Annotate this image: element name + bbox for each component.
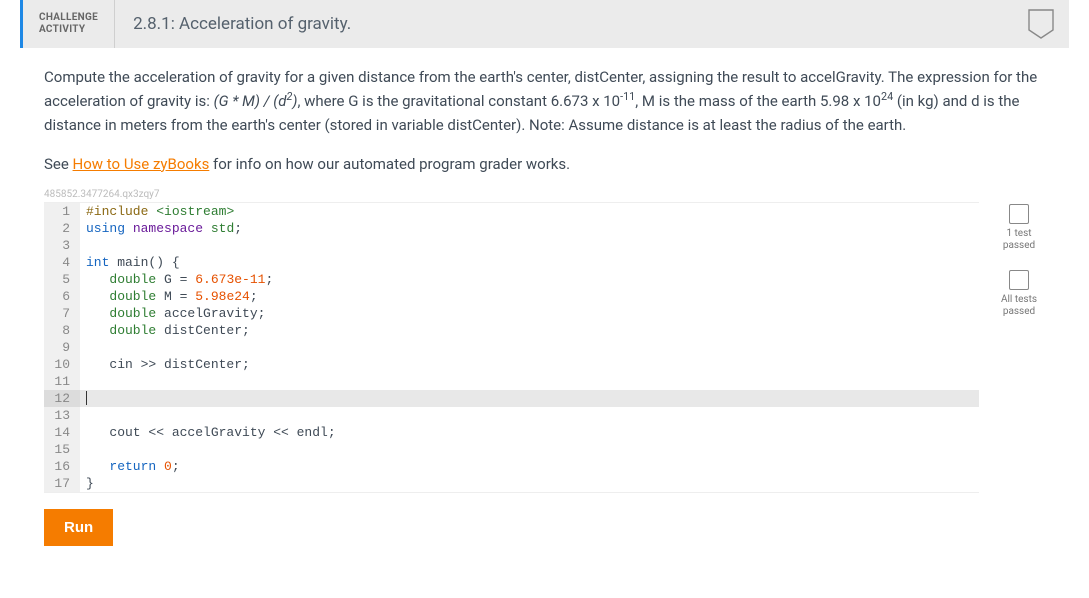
code-text[interactable]	[80, 390, 87, 407]
code-line[interactable]: 9	[44, 339, 979, 356]
code-text[interactable]	[80, 407, 86, 424]
code-text[interactable]	[80, 237, 86, 254]
code-text[interactable]: int main() {	[80, 254, 180, 271]
code-line[interactable]: 11	[44, 373, 979, 390]
code-line[interactable]: 4int main() {	[44, 254, 979, 271]
code-text[interactable]	[80, 339, 86, 356]
code-line[interactable]: 5 double G = 6.673e-11;	[44, 271, 979, 288]
instructions-text: Compute the acceleration of gravity for …	[44, 66, 1045, 137]
line-number: 8	[44, 322, 80, 339]
line-number: 17	[44, 475, 80, 492]
line-number: 5	[44, 271, 80, 288]
line-number: 12	[44, 390, 80, 407]
line-number: 11	[44, 373, 80, 390]
line-number: 16	[44, 458, 80, 475]
code-line[interactable]: 3	[44, 237, 979, 254]
line-number: 14	[44, 424, 80, 441]
line-number: 15	[44, 441, 80, 458]
code-line[interactable]: 10 cin >> distCenter;	[44, 356, 979, 373]
code-line[interactable]: 17}	[44, 475, 979, 492]
code-text[interactable]: #include <iostream>	[80, 203, 234, 220]
run-button[interactable]: Run	[44, 509, 113, 546]
challenge-label: CHALLENGE ACTIVITY	[23, 0, 115, 48]
code-text[interactable]: cout << accelGravity << endl;	[80, 424, 336, 441]
code-text[interactable]: return 0;	[80, 458, 180, 475]
completion-badge-icon	[1027, 8, 1055, 40]
challenge-label-line2: ACTIVITY	[39, 24, 98, 36]
code-line[interactable]: 6 double M = 5.98e24;	[44, 288, 979, 305]
code-line[interactable]: 8 double distCenter;	[44, 322, 979, 339]
code-line[interactable]: 7 double accelGravity;	[44, 305, 979, 322]
code-text[interactable]: cin >> distCenter;	[80, 356, 250, 373]
code-line[interactable]: 12	[44, 390, 979, 407]
line-number: 2	[44, 220, 80, 237]
code-text[interactable]	[80, 441, 86, 458]
status-all-line1: All tests	[1001, 294, 1037, 306]
challenge-label-line1: CHALLENGE	[39, 12, 98, 24]
code-text[interactable]: using namespace std;	[80, 220, 242, 237]
line-number: 4	[44, 254, 80, 271]
line-number: 10	[44, 356, 80, 373]
line-number: 3	[44, 237, 80, 254]
see-suffix: for info on how our automated program gr…	[209, 155, 570, 173]
watermark-text: 485852.3477264.qx3zqy7	[44, 189, 1045, 200]
status-one-line2: passed	[1003, 240, 1035, 252]
challenge-title: 2.8.1: Acceleration of gravity.	[115, 0, 1069, 48]
line-number: 1	[44, 203, 80, 220]
code-line[interactable]: 1#include <iostream>	[44, 203, 979, 220]
see-line: See How to Use zyBooks for info on how o…	[44, 155, 1045, 173]
challenge-header: CHALLENGE ACTIVITY 2.8.1: Acceleration o…	[20, 0, 1069, 48]
code-line[interactable]: 13	[44, 407, 979, 424]
test-status-panel: 1 test passed All tests passed	[993, 202, 1045, 318]
checkbox-icon	[1009, 204, 1029, 224]
how-to-use-link[interactable]: How to Use zyBooks	[73, 155, 210, 173]
test-status-one: 1 test passed	[1003, 204, 1035, 252]
code-line[interactable]: 14 cout << accelGravity << endl;	[44, 424, 979, 441]
code-text[interactable]: double G = 6.673e-11;	[80, 271, 273, 288]
code-line[interactable]: 16 return 0;	[44, 458, 979, 475]
code-text[interactable]: double M = 5.98e24;	[80, 288, 258, 305]
code-line[interactable]: 2using namespace std;	[44, 220, 979, 237]
line-number: 9	[44, 339, 80, 356]
status-one-line1: 1 test	[1003, 228, 1035, 240]
line-number: 7	[44, 305, 80, 322]
code-text[interactable]	[80, 373, 86, 390]
code-text[interactable]: double accelGravity;	[80, 305, 265, 322]
line-number: 6	[44, 288, 80, 305]
code-line[interactable]: 15	[44, 441, 979, 458]
code-editor[interactable]: 1#include <iostream>2using namespace std…	[44, 202, 979, 493]
see-prefix: See	[44, 155, 73, 173]
code-text[interactable]: double distCenter;	[80, 322, 250, 339]
status-all-line2: passed	[1001, 306, 1037, 318]
line-number: 13	[44, 407, 80, 424]
test-status-all: All tests passed	[1001, 270, 1037, 318]
code-text[interactable]: }	[80, 475, 94, 492]
checkbox-icon	[1009, 270, 1029, 290]
